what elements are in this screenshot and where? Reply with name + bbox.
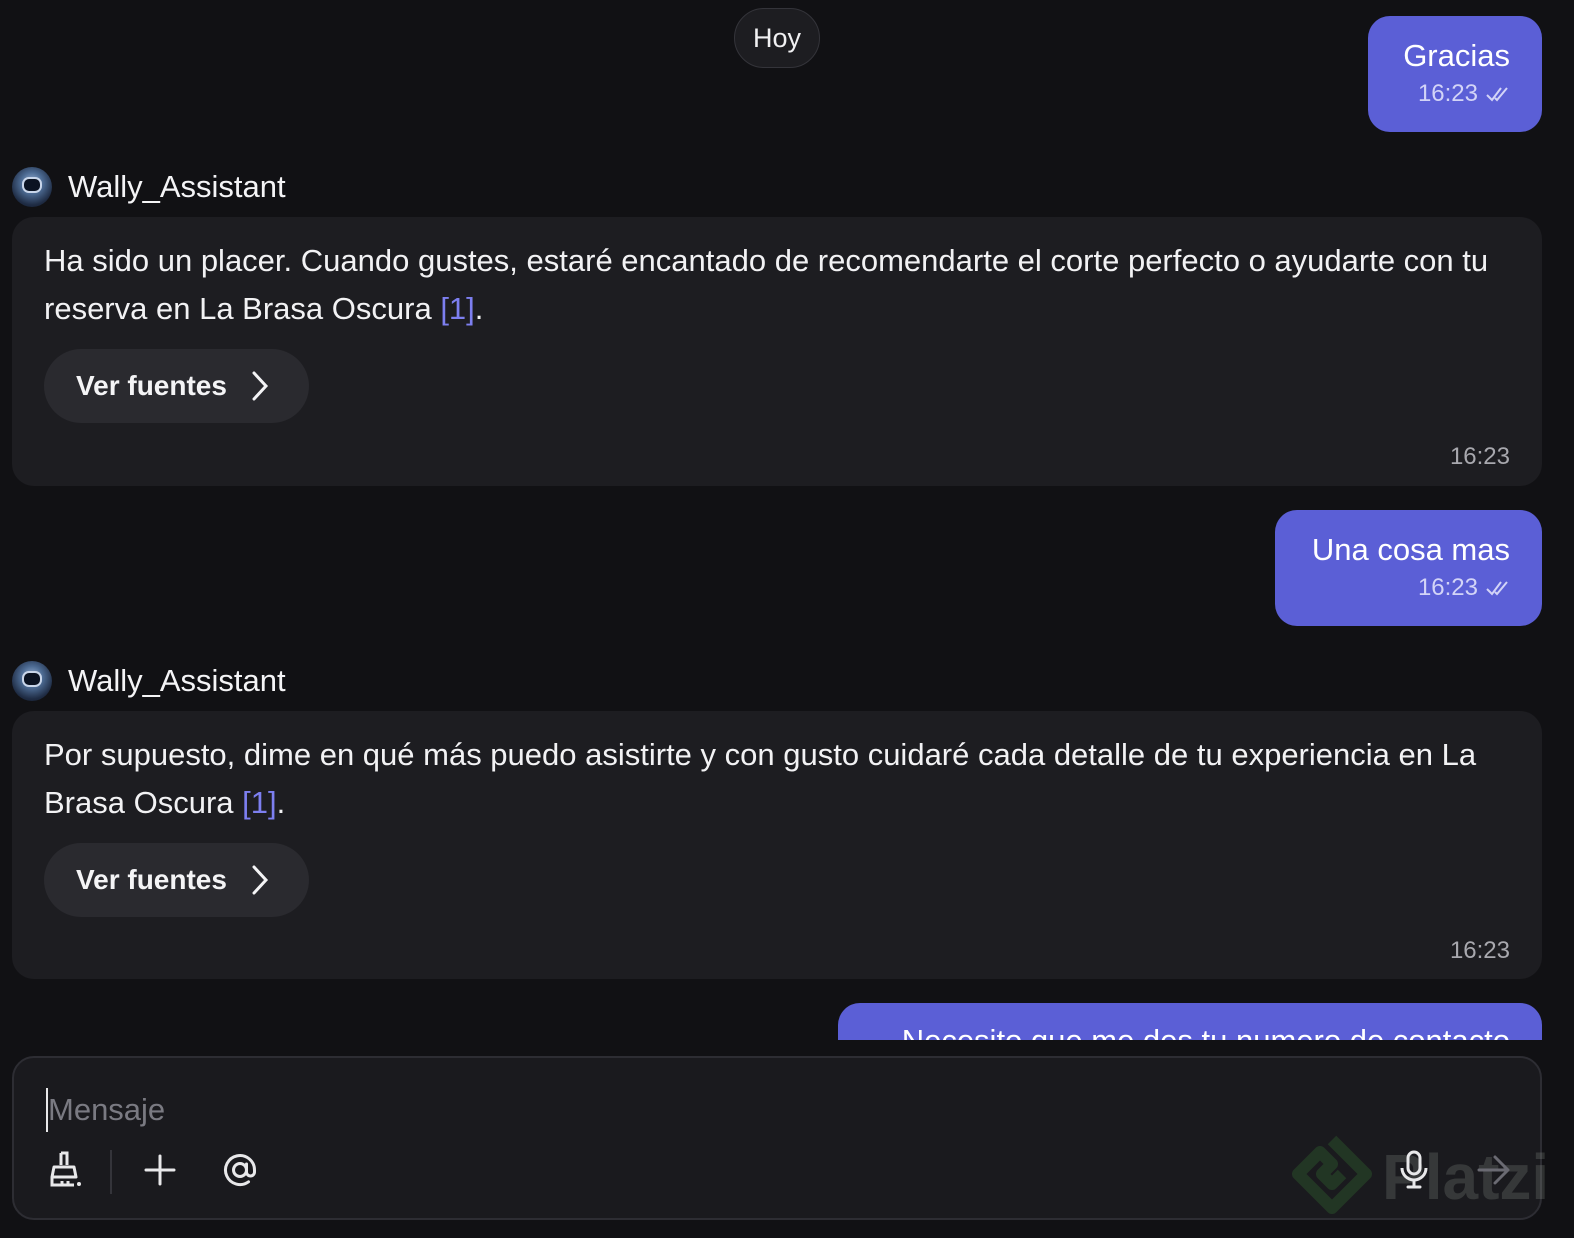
message-text: Por supuesto, dime en qué más puedo asis…: [44, 731, 1510, 827]
outgoing-message[interactable]: Una cosa mas 16:23: [1275, 510, 1542, 626]
assistant-avatar: [12, 661, 52, 701]
chat-thread: Hoy Gracias 16:23 Wally_Assistant Ha sid…: [0, 0, 1574, 1040]
outgoing-message[interactable]: Gracias 16:23: [1368, 16, 1542, 132]
view-sources-button[interactable]: Ver fuentes: [44, 843, 309, 917]
message-meta: 16:23: [1400, 80, 1510, 108]
at-icon[interactable]: [216, 1146, 264, 1194]
citation-link[interactable]: [1]: [242, 785, 276, 820]
citation-link[interactable]: [1]: [440, 291, 474, 326]
message-composer: Mensaje Platzi: [12, 1056, 1549, 1220]
incoming-message: Ha sido un placer. Cuando gustes, estaré…: [12, 217, 1542, 486]
message-meta: 16:23: [1307, 574, 1510, 602]
outgoing-message-partial[interactable]: Necesito que me des tu numero de contact…: [838, 1003, 1542, 1040]
message-text: Una cosa mas: [1311, 532, 1510, 567]
message-time: 16:23: [1417, 80, 1478, 107]
send-arrow-icon[interactable]: [1470, 1146, 1518, 1194]
view-sources-label: Ver fuentes: [76, 864, 227, 895]
message-body: Ha sido un placer. Cuando gustes, estaré…: [44, 243, 1489, 326]
message-input[interactable]: Mensaje: [46, 1088, 1248, 1132]
sender-name: Wally_Assistant: [68, 663, 286, 698]
message-end: .: [276, 785, 286, 820]
message-text: Ha sido un placer. Cuando gustes, estaré…: [44, 237, 1510, 333]
chevron-right-icon: [252, 865, 268, 895]
microphone-icon[interactable]: [1390, 1146, 1438, 1194]
assistant-avatar: [12, 167, 52, 207]
view-sources-button[interactable]: Ver fuentes: [44, 349, 309, 423]
message-text: Necesito que me des tu numero de contact…: [902, 1023, 1510, 1040]
sender-name: Wally_Assistant: [68, 169, 286, 204]
platzi-logo-icon: [1292, 1135, 1372, 1214]
day-separator: Hoy: [734, 8, 820, 68]
view-sources-label: Ver fuentes: [76, 370, 227, 401]
message-time: 16:23: [1449, 443, 1510, 470]
message-end: .: [474, 291, 484, 326]
broom-icon[interactable]: [40, 1146, 88, 1194]
message-time: 16:23: [1417, 574, 1478, 601]
incoming-message: Por supuesto, dime en qué más puedo asis…: [12, 711, 1542, 979]
chevron-right-icon: [252, 371, 268, 401]
double-check-icon: [1486, 87, 1508, 102]
message-text: Gracias: [1403, 38, 1510, 73]
message-sender: Wally_Assistant: [12, 659, 286, 703]
message-time: 16:23: [1449, 937, 1510, 964]
toolbar-divider: [110, 1150, 112, 1194]
plus-icon[interactable]: [136, 1146, 184, 1194]
message-sender: Wally_Assistant: [12, 165, 286, 209]
double-check-icon: [1486, 581, 1508, 596]
